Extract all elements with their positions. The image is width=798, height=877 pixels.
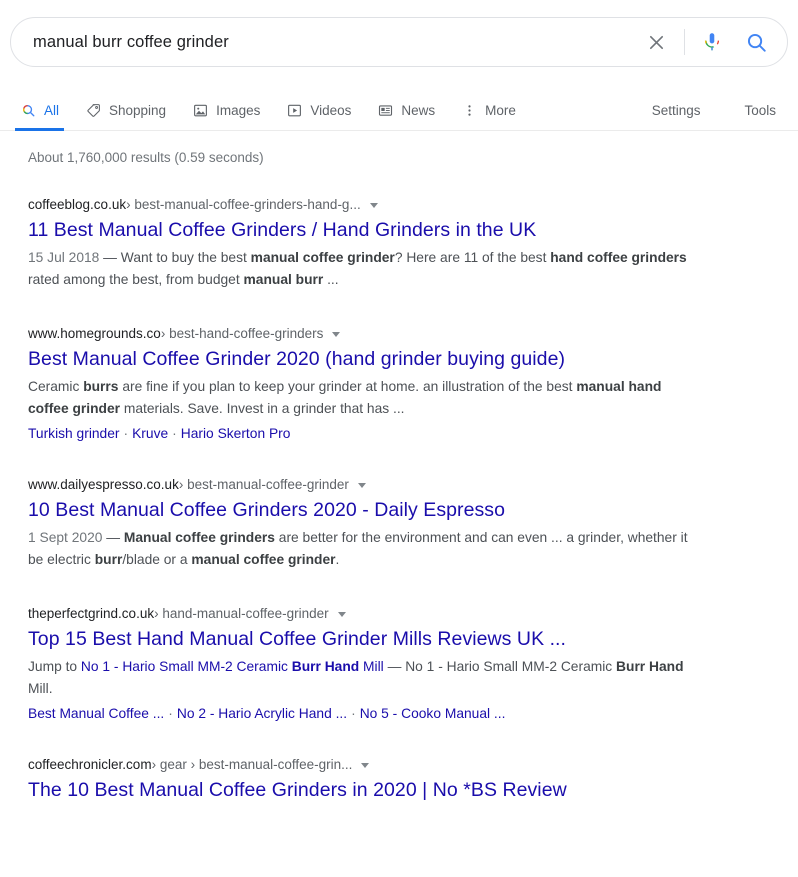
search-divider bbox=[684, 29, 685, 55]
result-domain: www.homegrounds.co bbox=[28, 325, 161, 343]
microphone-icon[interactable] bbox=[697, 27, 727, 57]
result-title[interactable]: The 10 Best Manual Coffee Grinders in 20… bbox=[28, 777, 728, 803]
chevron-down-icon[interactable] bbox=[332, 332, 340, 337]
tab-all[interactable]: All bbox=[20, 90, 59, 130]
chevron-down-icon[interactable] bbox=[370, 203, 378, 208]
nav-tabs: All Shopping Images bbox=[0, 90, 798, 130]
result-path: › best-manual-coffee-grinders-hand-g... bbox=[126, 196, 361, 214]
search-bar-container bbox=[10, 17, 788, 67]
search-input[interactable] bbox=[11, 32, 640, 53]
result-title[interactable]: 11 Best Manual Coffee Grinders / Hand Gr… bbox=[28, 217, 728, 243]
tab-news[interactable]: News bbox=[377, 90, 435, 130]
tab-label: More bbox=[485, 103, 516, 118]
chevron-down-icon[interactable] bbox=[361, 763, 369, 768]
search-result: www.dailyespresso.co.uk › best-manual-co… bbox=[28, 445, 728, 571]
result-url[interactable]: www.homegrounds.co › best-hand-coffee-gr… bbox=[28, 325, 728, 343]
search-bar[interactable] bbox=[10, 17, 788, 67]
result-sitelinks[interactable]: Turkish grinder·Kruve·Hario Skerton Pro bbox=[28, 423, 728, 445]
result-url[interactable]: theperfectgrind.co.uk › hand-manual-coff… bbox=[28, 605, 728, 623]
result-title[interactable]: Top 15 Best Hand Manual Coffee Grinder M… bbox=[28, 626, 728, 652]
search-results: About 1,760,000 results (0.59 seconds) c… bbox=[0, 131, 798, 803]
chevron-down-icon[interactable] bbox=[338, 612, 346, 617]
newspaper-icon bbox=[377, 102, 394, 119]
tab-label: Images bbox=[216, 103, 260, 118]
tab-shopping[interactable]: Shopping bbox=[85, 90, 166, 130]
result-url[interactable]: coffeechronicler.com › gear › best-manua… bbox=[28, 756, 728, 774]
result-title[interactable]: Best Manual Coffee Grinder 2020 (hand gr… bbox=[28, 346, 728, 372]
result-domain: coffeeblog.co.uk bbox=[28, 196, 126, 214]
search-result: www.homegrounds.co › best-hand-coffee-gr… bbox=[28, 294, 728, 445]
tab-label: Videos bbox=[310, 103, 351, 118]
image-icon bbox=[192, 102, 209, 119]
search-icon[interactable] bbox=[741, 27, 771, 57]
search-result: coffeechronicler.com › gear › best-manua… bbox=[28, 725, 728, 803]
tab-more[interactable]: More bbox=[461, 90, 516, 130]
result-domain: theperfectgrind.co.uk bbox=[28, 605, 154, 623]
search-result: coffeeblog.co.uk › best-manual-coffee-gr… bbox=[28, 165, 728, 291]
result-snippet: 1 Sept 2020 — Manual coffee grinders are… bbox=[28, 527, 688, 571]
tab-label: Shopping bbox=[109, 103, 166, 118]
settings-link[interactable]: Settings bbox=[652, 103, 701, 118]
result-title[interactable]: 10 Best Manual Coffee Grinders 2020 - Da… bbox=[28, 497, 728, 523]
nav-right-links: Settings Tools bbox=[608, 90, 776, 130]
result-snippet: Ceramic burrs are fine if you plan to ke… bbox=[28, 376, 688, 420]
result-url[interactable]: www.dailyespresso.co.uk › best-manual-co… bbox=[28, 476, 728, 494]
close-icon[interactable] bbox=[640, 26, 672, 58]
result-snippet: Jump to No 1 - Hario Small MM-2 Ceramic … bbox=[28, 656, 688, 700]
tools-link[interactable]: Tools bbox=[744, 103, 776, 118]
search-icon bbox=[20, 102, 37, 119]
search-result: theperfectgrind.co.uk › hand-manual-coff… bbox=[28, 574, 728, 725]
more-vertical-icon bbox=[461, 102, 478, 119]
result-url[interactable]: coffeeblog.co.uk › best-manual-coffee-gr… bbox=[28, 196, 728, 214]
tab-label: News bbox=[401, 103, 435, 118]
search-nav-bar: All Shopping Images bbox=[0, 90, 798, 131]
result-domain: coffeechronicler.com bbox=[28, 756, 152, 774]
chevron-down-icon[interactable] bbox=[358, 483, 366, 488]
tag-icon bbox=[85, 102, 102, 119]
result-path: › best-hand-coffee-grinders bbox=[161, 325, 324, 343]
result-sitelinks[interactable]: Best Manual Coffee ...·No 2 - Hario Acry… bbox=[28, 703, 728, 725]
result-snippet: 15 Jul 2018 — Want to buy the best manua… bbox=[28, 247, 688, 291]
tab-images[interactable]: Images bbox=[192, 90, 260, 130]
tab-label: All bbox=[44, 103, 59, 118]
result-path: › best-manual-coffee-grinder bbox=[179, 476, 349, 494]
video-play-icon bbox=[286, 102, 303, 119]
result-stats: About 1,760,000 results (0.59 seconds) bbox=[28, 131, 798, 165]
result-domain: www.dailyespresso.co.uk bbox=[28, 476, 179, 494]
result-path: › hand-manual-coffee-grinder bbox=[154, 605, 329, 623]
result-path: › gear › best-manual-coffee-grin... bbox=[152, 756, 353, 774]
tab-videos[interactable]: Videos bbox=[286, 90, 351, 130]
